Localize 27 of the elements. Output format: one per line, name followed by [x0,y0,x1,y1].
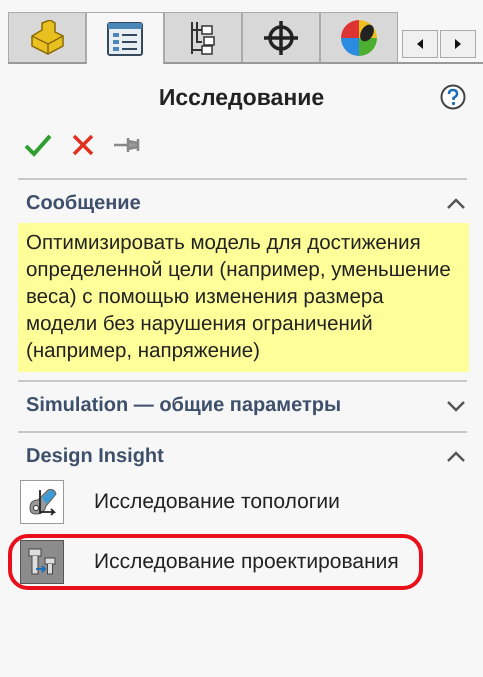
tool-button[interactable] [20,540,64,584]
tool-button[interactable] [20,480,64,524]
right-arrow-icon [455,39,461,49]
tree-icon [188,20,218,56]
cancel-x-icon[interactable] [72,134,94,156]
panel-title: Исследование [158,84,324,110]
section-title: Design Insight [26,445,164,468]
chevron-icon[interactable] [447,198,465,210]
tool-label[interactable]: Исследование топологии [94,490,340,514]
section-title: Сообщение [26,192,141,215]
chevron-icon[interactable] [447,400,465,412]
tool-label[interactable]: Исследование проектирования [94,550,399,574]
section-title: Simulation — общие параметры [26,394,342,417]
help-icon[interactable] [440,84,466,110]
color-ball-icon [340,18,378,56]
list-icon [107,22,143,56]
scroll-left-button[interactable] [402,30,438,58]
left-arrow-icon [417,39,423,49]
panel-tab[interactable] [320,12,398,62]
crosshair-icon [262,18,300,56]
scroll-right-button[interactable] [440,30,476,58]
panel-tab[interactable] [164,12,242,62]
panel-tab[interactable] [242,12,320,62]
ok-check-icon[interactable] [24,133,52,157]
message-text: Оптимизировать модель для достижения определенной цели (например, уменьшение веса) с помощью изменения размера модели без нарушения ограничений (например, напряжение) [18,223,469,372]
chevron-icon[interactable] [447,450,465,462]
panel-tab[interactable] [86,12,164,64]
